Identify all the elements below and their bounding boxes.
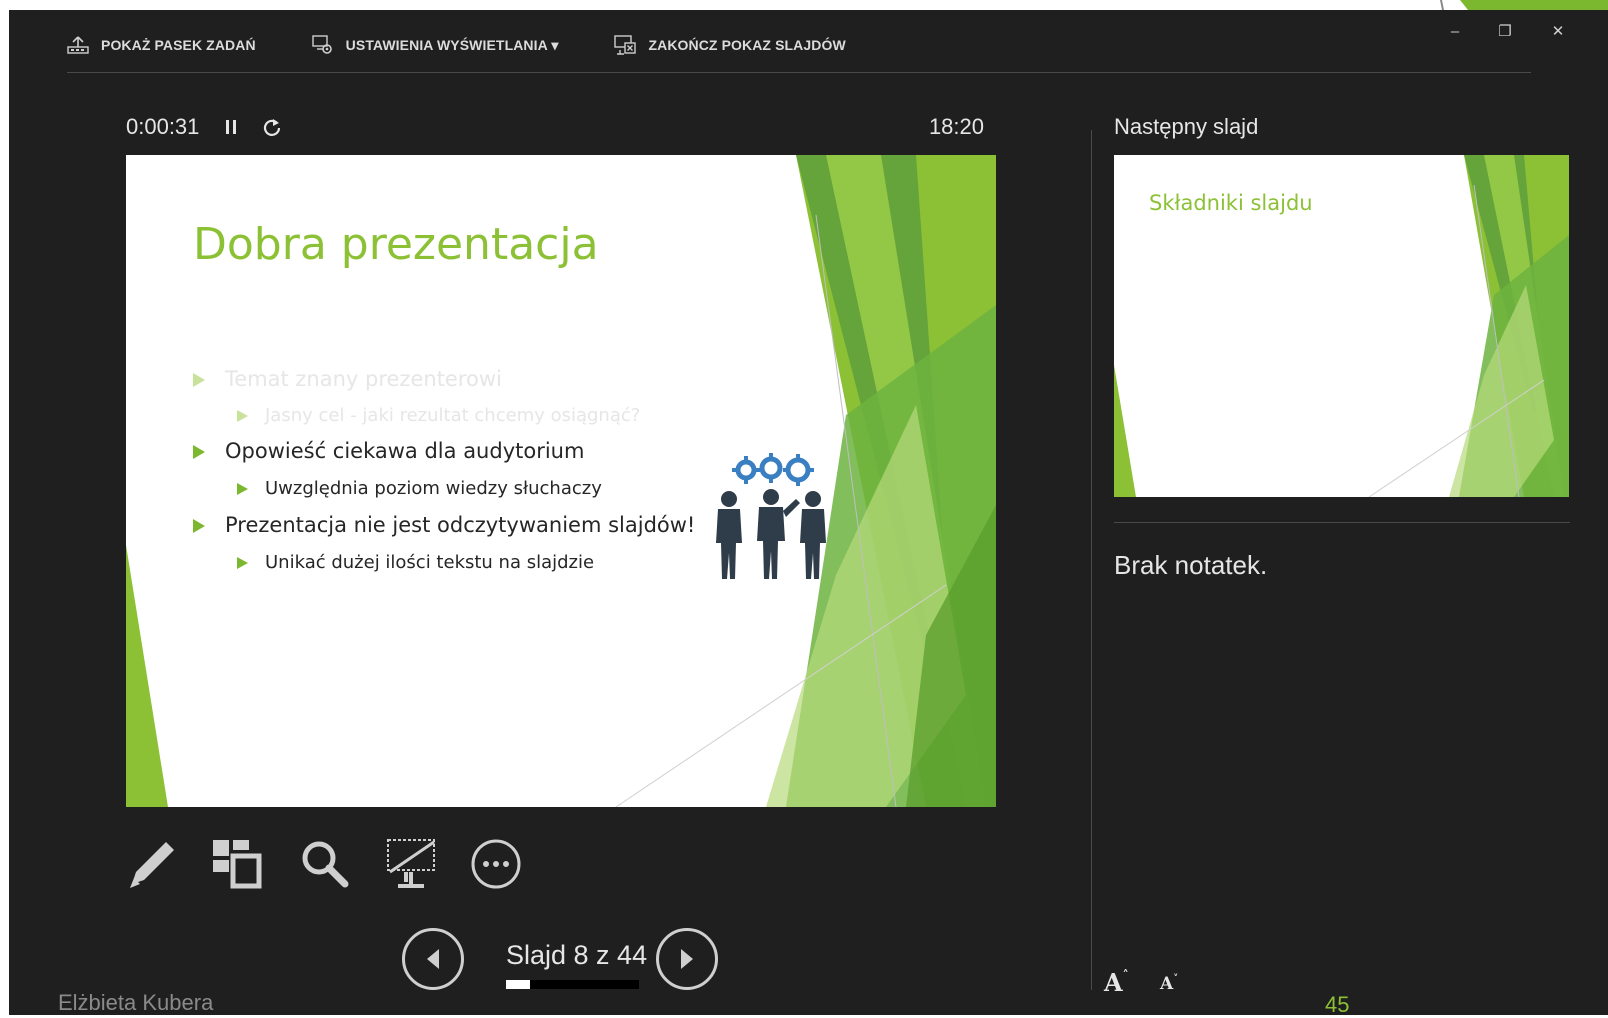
speaker-notes: Brak notatek. — [1114, 550, 1268, 580]
bullet-arrow-icon — [193, 519, 205, 533]
slide-counter: Slajd 8 z 44 — [506, 940, 648, 970]
next-slide-label: Następny slajd — [1114, 114, 1259, 139]
display-settings-label: USTAWIENIA WYŚWIETLANIA ▾ — [345, 36, 559, 53]
display-settings-button[interactable]: USTAWIENIA WYŚWIETLANIA ▾ — [311, 34, 559, 56]
close-button[interactable]: ✕ — [1545, 20, 1571, 42]
pause-icon[interactable] — [223, 116, 239, 138]
bullet-text: Jasny cel - jaki rezultat chcemy osiągną… — [265, 405, 641, 426]
black-screen-icon[interactable] — [386, 838, 438, 890]
footer-page-number: 45 — [1325, 992, 1350, 1017]
more-options-icon[interactable] — [470, 838, 522, 890]
bullet-arrow-icon — [237, 483, 248, 495]
restart-timer-icon[interactable] — [261, 116, 283, 138]
next-slide-title: Składniki slajdu — [1149, 191, 1313, 215]
next-slide-button[interactable] — [656, 928, 718, 990]
bullet-item: Jasny cel - jaki rezultat chcemy osiągną… — [237, 405, 640, 426]
bullet-arrow-icon — [237, 410, 248, 422]
team-gears-icon — [716, 453, 826, 579]
presenter-view-window: POKAŻ PASEK ZADAŃ USTAWIENIA WYŚWIETLANI… — [9, 10, 1608, 1015]
notes-divider — [1114, 522, 1570, 523]
bullet-text: Temat znany prezenterowi — [225, 367, 502, 391]
bullet-item: Temat znany prezenterowi — [193, 367, 502, 391]
taskbar-icon — [67, 36, 89, 54]
minimize-icon: – — [1450, 22, 1460, 40]
caret-up-icon: ˄ — [1122, 968, 1129, 982]
presenter-toolbar: POKAŻ PASEK ZADAŃ USTAWIENIA WYŚWIETLANI… — [67, 30, 902, 60]
current-slide: Dobra prezentacja Temat znany prezentero… — [126, 155, 996, 807]
minimize-button[interactable]: – — [1442, 20, 1468, 42]
slide-progress-bar — [506, 980, 639, 989]
pen-icon[interactable] — [126, 838, 178, 890]
increase-font-icon: A — [1104, 968, 1123, 997]
elapsed-timer: 0:00:31 — [126, 114, 200, 139]
corner-decoration — [1440, 0, 1608, 10]
slide-title: Dobra prezentacja — [193, 219, 599, 270]
panel-divider — [1091, 130, 1092, 990]
bullet-item: Opowieść ciekawa dla audytorium — [193, 439, 584, 463]
chevron-left-icon — [427, 949, 439, 969]
slide-progress-fill — [506, 980, 530, 989]
display-settings-icon — [311, 35, 332, 54]
bullet-text: Uwzględnia poziom wiedzy słuchaczy — [265, 478, 602, 499]
previous-slide-button[interactable] — [402, 928, 464, 990]
next-slide-preview[interactable]: Składniki slajdu — [1114, 155, 1569, 497]
bullet-text: Prezentacja nie jest odczytywaniem slajd… — [225, 513, 696, 537]
bullet-item: Prezentacja nie jest odczytywaniem slajd… — [193, 513, 695, 537]
slide-sorter-icon[interactable] — [211, 838, 263, 890]
bullet-arrow-icon — [193, 373, 205, 387]
bullet-arrow-icon — [237, 557, 248, 569]
restore-button[interactable]: ❐ — [1492, 20, 1518, 42]
zoom-icon[interactable] — [299, 838, 351, 890]
bullet-item: Unikać dużej ilości tekstu na slajdzie — [237, 552, 594, 573]
bullet-text: Opowieść ciekawa dla audytorium — [225, 439, 585, 463]
restore-icon: ❐ — [1498, 23, 1512, 40]
end-slide-show-button[interactable]: ZAKOŃCZ POKAZ SLAJDÓW — [614, 34, 846, 56]
end-show-label: ZAKOŃCZ POKAZ SLAJDÓW — [648, 37, 846, 53]
decrease-font-icon: A — [1160, 974, 1174, 994]
bullet-item: Uwzględnia poziom wiedzy słuchaczy — [237, 478, 602, 499]
caret-down-icon: ˅ — [1173, 974, 1179, 985]
decrease-font-button[interactable]: A˅ — [1160, 974, 1178, 994]
toolbar-divider — [67, 72, 1531, 73]
bullet-text: Unikać dużej ilości tekstu na slajdzie — [265, 552, 595, 573]
close-icon: ✕ — [1551, 23, 1565, 40]
chevron-right-icon — [681, 949, 693, 969]
show-taskbar-button[interactable]: POKAŻ PASEK ZADAŃ — [67, 36, 256, 54]
end-show-icon — [614, 35, 637, 55]
show-taskbar-label: POKAŻ PASEK ZADAŃ — [101, 37, 256, 53]
footer-author: Elżbieta Kubera — [58, 990, 214, 1015]
increase-font-button[interactable]: A˄ — [1104, 968, 1129, 997]
current-time: 18:20 — [928, 114, 984, 139]
bullet-arrow-icon — [193, 445, 205, 459]
